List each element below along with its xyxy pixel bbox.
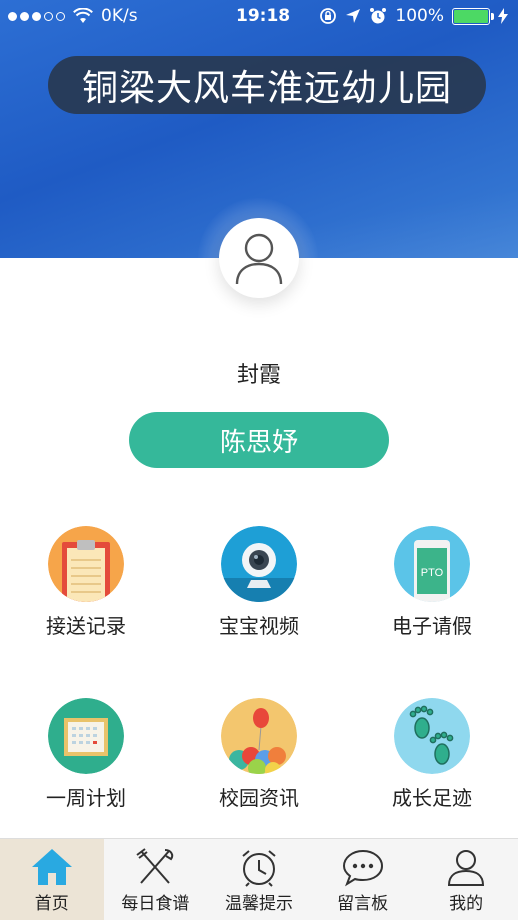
wifi-icon bbox=[73, 8, 93, 23]
user-avatar-icon bbox=[235, 233, 283, 285]
tab-label: 我的 bbox=[449, 894, 484, 914]
network-speed: 0K/s bbox=[101, 6, 138, 26]
feature-pickup-records[interactable]: 接送记录 bbox=[11, 526, 161, 656]
feature-baby-video[interactable]: 宝宝视频 bbox=[184, 526, 334, 656]
feature-e-leave[interactable]: PTO 电子请假 bbox=[357, 526, 507, 656]
balloons-icon bbox=[221, 698, 297, 774]
calendar-icon bbox=[48, 698, 124, 774]
tab-label: 留言板 bbox=[337, 894, 389, 914]
feature-weekly-plan[interactable]: 一周计划 bbox=[11, 698, 161, 828]
location-arrow-icon bbox=[346, 9, 361, 23]
kindergarten-title: 铜梁大风车淮远幼儿园 bbox=[48, 56, 486, 114]
tab-daily-menu[interactable]: 每日食谱 bbox=[104, 839, 208, 920]
status-bar: 0K/s 19:18 100% bbox=[0, 0, 518, 34]
home-icon bbox=[31, 849, 72, 885]
feature-campus-news[interactable]: 校园资讯 bbox=[184, 698, 334, 828]
child-select-button[interactable]: 陈思妤 bbox=[129, 412, 389, 468]
phone-pto-icon: PTO bbox=[394, 526, 470, 602]
pto-text: PTO bbox=[421, 567, 444, 579]
webcam-icon bbox=[221, 526, 297, 602]
feature-label: 电子请假 bbox=[392, 614, 472, 638]
feature-growth-footprints[interactable]: 成长足迹 bbox=[357, 698, 507, 828]
footprints-icon bbox=[394, 698, 470, 774]
signal-strength-icon bbox=[8, 11, 65, 21]
parent-name: 封霞 bbox=[236, 363, 281, 388]
feature-label: 宝宝视频 bbox=[219, 614, 299, 638]
feature-label: 成长足迹 bbox=[392, 786, 472, 810]
chat-bubble-icon bbox=[342, 849, 383, 887]
rotation-lock-icon bbox=[320, 8, 337, 24]
tab-label: 首页 bbox=[34, 894, 69, 914]
feature-label: 接送记录 bbox=[46, 614, 126, 638]
clock-time: 19:18 bbox=[236, 6, 291, 26]
avatar[interactable] bbox=[219, 218, 299, 298]
feature-label: 校园资讯 bbox=[219, 786, 299, 810]
clipboard-icon bbox=[48, 526, 124, 602]
tab-mine[interactable]: 我的 bbox=[414, 839, 518, 920]
user-icon bbox=[448, 850, 485, 886]
utensils-icon bbox=[136, 848, 174, 884]
tab-message-board[interactable]: 留言板 bbox=[311, 839, 415, 920]
alarm-icon bbox=[370, 8, 387, 24]
tab-label: 每日食谱 bbox=[121, 894, 190, 914]
battery-percent: 100% bbox=[395, 6, 444, 26]
feature-label: 一周计划 bbox=[46, 786, 126, 810]
alarm-clock-icon bbox=[242, 850, 276, 887]
tab-home[interactable]: 首页 bbox=[0, 839, 104, 920]
battery-icon bbox=[452, 7, 494, 25]
tab-label: 温馨提示 bbox=[224, 894, 293, 914]
tab-reminders[interactable]: 温馨提示 bbox=[207, 839, 311, 920]
bottom-tab-bar: 首页 每日食谱 温馨提示 留言板 我的 bbox=[0, 838, 518, 920]
charging-icon bbox=[498, 8, 508, 24]
app-screen: 铜梁大风车淮远幼儿园 0K/s 19:18 100% 封霞 陈思妤 接送记录 宝… bbox=[0, 0, 518, 920]
